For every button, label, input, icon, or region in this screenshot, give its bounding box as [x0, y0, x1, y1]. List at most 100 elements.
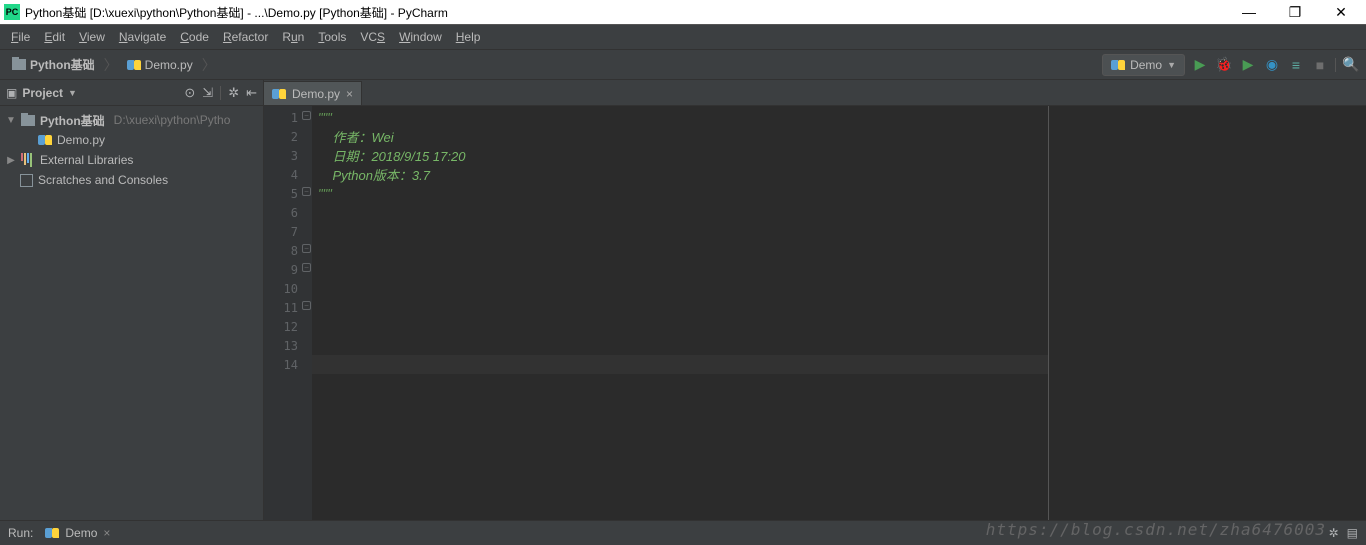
code-editor[interactable]: """ 作者：Wei 日期：2018/9/15 17:20 Python版本：3…: [312, 106, 1048, 520]
gear-icon[interactable]: ✲: [1329, 526, 1339, 540]
chevron-right-icon[interactable]: ▶: [6, 155, 16, 166]
tree-external-libraries[interactable]: ▶ External Libraries: [0, 150, 263, 170]
close-tab-icon[interactable]: ×: [346, 87, 353, 101]
run-tab[interactable]: Demo ×: [37, 524, 118, 542]
code-line[interactable]: [318, 336, 1042, 355]
python-file-icon: [127, 58, 141, 72]
gutter-line: 13: [264, 336, 312, 355]
hide-icon[interactable]: ⇤: [246, 85, 257, 101]
menu-refactor[interactable]: Refactor: [216, 27, 275, 47]
python-file-icon: [38, 133, 52, 147]
menu-help[interactable]: Help: [449, 27, 488, 47]
menu-code[interactable]: Code: [173, 27, 216, 47]
breadcrumb-file[interactable]: Demo.py: [121, 56, 199, 74]
code-line[interactable]: [318, 203, 1042, 222]
scratches-icon: [20, 174, 33, 187]
breadcrumb-root[interactable]: Python基础: [6, 54, 101, 75]
breadcrumb-root-label: Python基础: [30, 56, 95, 73]
code-line[interactable]: [318, 298, 1042, 317]
project-tool-window: ▣ Project ▼ ⊙ ⇲ ✲ ⇤ ▼ Python基础 D:\xuexi\…: [0, 80, 264, 520]
tree-scratches-label: Scratches and Consoles: [38, 173, 168, 187]
editor-tab[interactable]: Demo.py ×: [264, 81, 362, 105]
stop-button[interactable]: ■: [1311, 56, 1329, 74]
watermark: https://blog.csdn.net/zha6476003: [986, 520, 1326, 539]
gutter-line: 4: [264, 165, 312, 184]
status-bar: Run: Demo × ✲ ▤ https://blog.csdn.net/zh…: [0, 520, 1366, 545]
breadcrumb-sep-icon: 〉: [201, 55, 217, 75]
breadcrumb-file-label: Demo.py: [145, 58, 193, 72]
gutter: 1−2345−678−9−1011−121314: [264, 106, 312, 520]
navigate-button[interactable]: ◉: [1263, 56, 1281, 74]
python-file-icon: [1111, 58, 1125, 72]
fold-toggle-icon[interactable]: −: [302, 301, 311, 310]
run-button[interactable]: ▶: [1191, 56, 1209, 74]
window-controls: — ❐ ✕: [1226, 0, 1364, 25]
minimize-button[interactable]: —: [1226, 0, 1272, 25]
fold-toggle-icon[interactable]: −: [302, 111, 311, 120]
project-title: Project: [22, 86, 63, 100]
code-line[interactable]: 作者：Wei: [318, 127, 1042, 146]
gear-icon[interactable]: ✲: [228, 85, 239, 101]
menu-vcs[interactable]: VCS: [353, 27, 392, 47]
code-line[interactable]: [318, 260, 1042, 279]
close-icon[interactable]: ×: [103, 526, 110, 540]
locate-icon[interactable]: ⇲: [202, 85, 213, 101]
menu-navigate[interactable]: Navigate: [112, 27, 173, 47]
menu-tools[interactable]: Tools: [311, 27, 353, 47]
titlebar: PC Python基础 [D:\xuexi\python\Python基础] -…: [0, 0, 1366, 25]
breadcrumb-sep-icon: 〉: [103, 55, 119, 75]
fold-toggle-icon[interactable]: −: [302, 244, 311, 253]
folder-icon: [21, 115, 35, 126]
gutter-line: 7: [264, 222, 312, 241]
gutter-line: 14: [264, 355, 312, 374]
fold-toggle-icon[interactable]: −: [302, 263, 311, 272]
toolbar-right: Demo ▼ ▶ 🐞 ▶ ◉ ≡ ■ 🔍: [1102, 54, 1360, 76]
fold-toggle-icon[interactable]: −: [302, 187, 311, 196]
folder-icon: [12, 59, 26, 70]
collapse-icon[interactable]: ⊙: [184, 85, 195, 101]
window-title: Python基础 [D:\xuexi\python\Python基础] - ..…: [25, 4, 448, 21]
menu-edit[interactable]: Edit: [37, 27, 72, 47]
search-everywhere-button[interactable]: 🔍: [1342, 56, 1360, 74]
event-log-icon[interactable]: ▤: [1347, 526, 1358, 540]
close-button[interactable]: ✕: [1318, 0, 1364, 25]
menu-run[interactable]: Run: [275, 27, 311, 47]
structure-button[interactable]: ≡: [1287, 56, 1305, 74]
maximize-button[interactable]: ❐: [1272, 0, 1318, 25]
debug-button[interactable]: 🐞: [1215, 56, 1233, 74]
menu-file[interactable]: File: [4, 27, 37, 47]
code-line[interactable]: """: [318, 184, 1042, 203]
tab-label: Demo.py: [292, 87, 340, 101]
editor-area: Demo.py × 1−2345−678−9−1011−121314 """ 作…: [264, 80, 1366, 520]
code-line[interactable]: [318, 317, 1042, 336]
code-line[interactable]: [318, 279, 1042, 298]
chevron-down-icon[interactable]: ▼: [68, 88, 77, 98]
tree-root[interactable]: ▼ Python基础 D:\xuexi\python\Pytho: [0, 110, 263, 130]
tree-scratches[interactable]: Scratches and Consoles: [0, 170, 263, 190]
pycharm-app-icon: PC: [4, 4, 20, 20]
code-line[interactable]: """: [318, 108, 1042, 127]
gutter-line: 3: [264, 146, 312, 165]
project-tree: ▼ Python基础 D:\xuexi\python\Pytho Demo.py…: [0, 106, 263, 194]
gutter-line: 1−: [264, 108, 312, 127]
menu-window[interactable]: Window: [392, 27, 449, 47]
code-line[interactable]: [318, 241, 1042, 260]
tree-file-label: Demo.py: [57, 133, 105, 147]
code-line[interactable]: [318, 222, 1042, 241]
chevron-down-icon[interactable]: ▼: [6, 115, 16, 126]
menu-view[interactable]: View: [72, 27, 112, 47]
gutter-line: 6: [264, 203, 312, 222]
python-file-icon: [45, 526, 59, 540]
gutter-line: 8−: [264, 241, 312, 260]
tree-file[interactable]: Demo.py: [0, 130, 263, 150]
run-config-selector[interactable]: Demo ▼: [1102, 54, 1185, 76]
gutter-line: 5−: [264, 184, 312, 203]
coverage-button[interactable]: ▶: [1239, 56, 1257, 74]
code-line[interactable]: Python版本：3.7: [318, 165, 1042, 184]
navigation-bar: Python基础 〉 Demo.py 〉 Demo ▼ ▶ 🐞 ▶ ◉ ≡ ■ …: [0, 50, 1366, 80]
tree-ext-lib-label: External Libraries: [40, 153, 133, 167]
main-body: ▣ Project ▼ ⊙ ⇲ ✲ ⇤ ▼ Python基础 D:\xuexi\…: [0, 80, 1366, 520]
project-header: ▣ Project ▼ ⊙ ⇲ ✲ ⇤: [0, 80, 263, 106]
project-icon: ▣: [6, 86, 17, 100]
code-line[interactable]: 日期：2018/9/15 17:20: [318, 146, 1042, 165]
